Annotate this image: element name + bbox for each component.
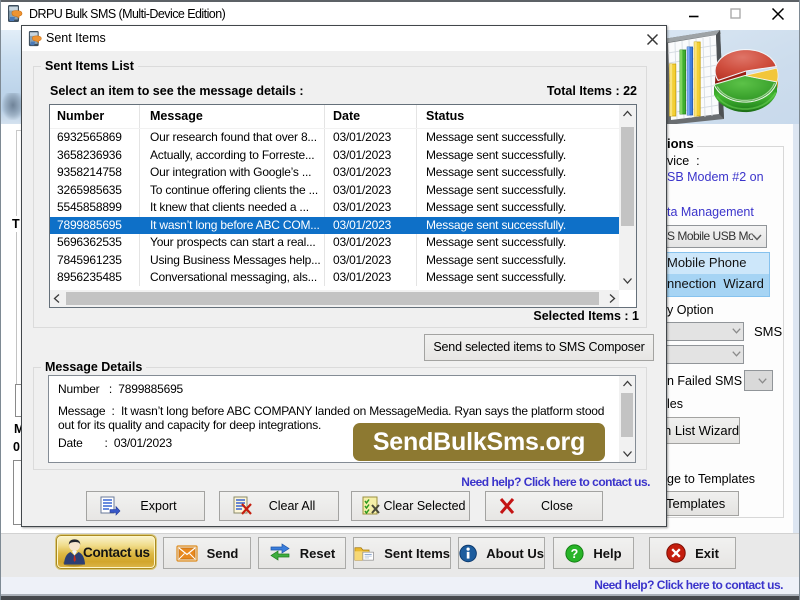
svg-text:?: ? [571, 547, 579, 561]
